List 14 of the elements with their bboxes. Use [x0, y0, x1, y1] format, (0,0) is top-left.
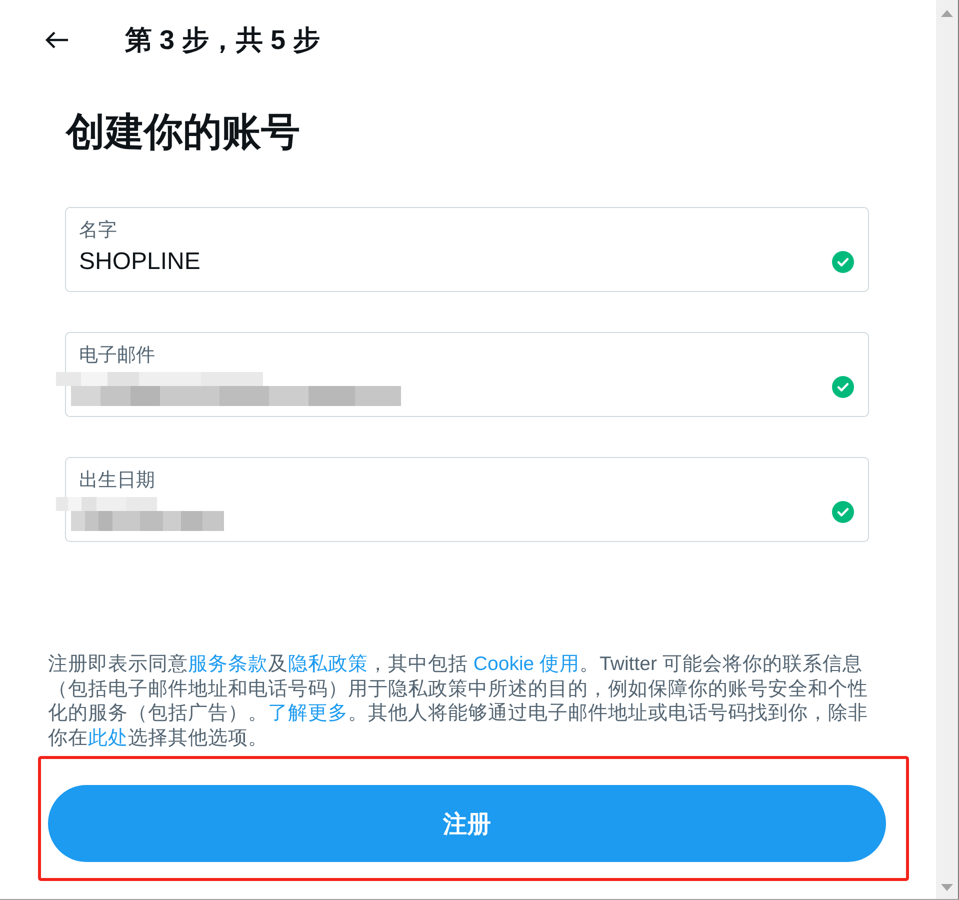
inline-link[interactable]: 此处 — [88, 726, 128, 748]
step-title: 第 3 步，共 5 步 — [125, 24, 320, 57]
page-heading: 创建你的账号 — [66, 110, 300, 156]
inline-link[interactable]: 服务条款 — [188, 653, 268, 675]
inline-link[interactable]: Cookie 使用 — [473, 653, 580, 675]
scroll-up-arrow-icon[interactable] — [941, 10, 953, 17]
inline-link[interactable]: 隐私政策 — [288, 653, 368, 675]
scrollbar[interactable] — [936, 0, 959, 899]
input-field[interactable]: 名字 SHOPLINE — [65, 207, 869, 292]
legal-text: 注册即表示同意服务条款及隐私政策，其中包括 Cookie 使用。Twitter 可能会将你的联系信息（包括电子邮件地址和电话号码）用于隐私政策中所述的目的，例如保障你的账号安全和个性化的服务（包括广告）。了解更多。其他人将能够通过电子邮件地址或电话号码找到你，除非你在此处选择其他选项。 — [48, 652, 869, 750]
scroll-down-arrow-icon[interactable] — [941, 884, 953, 891]
inline-link[interactable]: 了解更多 — [268, 702, 348, 724]
signup-button[interactable]: 注册 — [48, 785, 886, 862]
back-arrow-icon[interactable] — [45, 31, 69, 49]
